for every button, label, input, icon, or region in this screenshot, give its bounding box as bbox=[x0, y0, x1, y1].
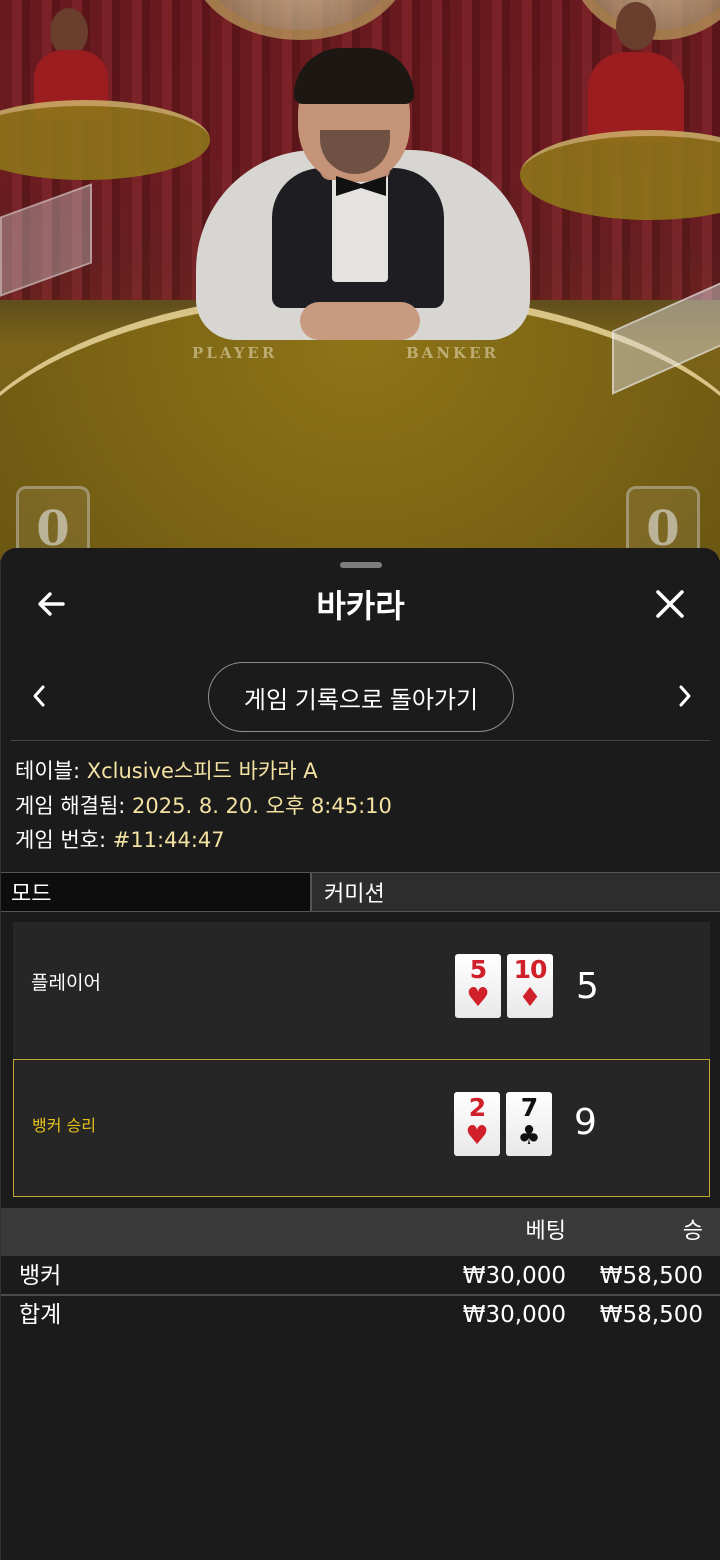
dealer-hands bbox=[300, 302, 420, 340]
close-button[interactable] bbox=[646, 582, 694, 630]
resolved-key: 게임 해결됨: bbox=[15, 794, 126, 818]
sheet-drag-handle[interactable] bbox=[340, 562, 382, 568]
bets-table-header: 베팅 승 bbox=[1, 1208, 720, 1256]
game-number-value: #11:44:47 bbox=[112, 828, 225, 852]
player-total: 5 bbox=[576, 966, 599, 1007]
card-rank: 5 bbox=[469, 955, 487, 984]
game-number-key: 게임 번호: bbox=[15, 828, 107, 852]
heart-suit-icon: ♥ bbox=[465, 1121, 489, 1151]
total-row: 합계 ₩30,000 ₩58,500 bbox=[1, 1296, 720, 1334]
resolved-value: 2025. 8. 20. 오후 8:45:10 bbox=[132, 794, 392, 818]
background-dealer-left bbox=[50, 8, 88, 56]
back-to-history-button[interactable]: 게임 기록으로 돌아가기 bbox=[208, 662, 514, 732]
player-label: 플레이어 bbox=[31, 972, 101, 994]
chevron-right-icon bbox=[676, 684, 694, 712]
table-label-banker: BANKER bbox=[406, 344, 499, 362]
table-row: 뱅커 ₩30,000 ₩58,500 bbox=[1, 1257, 720, 1295]
divider bbox=[11, 740, 710, 741]
close-icon bbox=[654, 588, 686, 624]
card-rank: 10 bbox=[513, 955, 548, 984]
card-rank: 7 bbox=[520, 1093, 538, 1122]
chevron-left-icon bbox=[30, 684, 48, 712]
playing-card: 10 ♦ bbox=[507, 954, 553, 1018]
game-detail-sheet: 바카라 게임 기록으로 돌아가기 테이블: Xclusive스피드 바카라 A … bbox=[0, 548, 720, 1560]
next-game-button[interactable] bbox=[665, 678, 705, 718]
table-key: 테이블: bbox=[15, 759, 81, 783]
club-suit-icon: ♣ bbox=[517, 1121, 541, 1151]
table-label-player: PLAYER bbox=[192, 344, 278, 362]
total-label: 합계 bbox=[19, 1302, 62, 1328]
background-dealer-right-body bbox=[588, 52, 684, 142]
resolved-info: 게임 해결됨: 2025. 8. 20. 오후 8:45:10 bbox=[15, 791, 392, 821]
table-value: Xclusive스피드 바카라 A bbox=[86, 759, 318, 783]
game-number-info: 게임 번호: #11:44:47 bbox=[15, 825, 225, 855]
playing-card: 5 ♥ bbox=[455, 954, 501, 1018]
total-win-amount: ₩58,500 bbox=[599, 1302, 703, 1328]
bet-column-header: 베팅 bbox=[525, 1219, 566, 1244]
bet-type: 뱅커 bbox=[19, 1263, 62, 1289]
tab-mode[interactable]: 모드 bbox=[1, 873, 312, 911]
win-column-header: 승 bbox=[682, 1219, 703, 1244]
banker-total: 9 bbox=[574, 1102, 597, 1143]
banker-win-label: 뱅커 승리 bbox=[32, 1116, 96, 1135]
result-tabs: 모드 커미션 bbox=[1, 872, 720, 912]
playing-card: 7 ♣ bbox=[506, 1092, 552, 1156]
background-dealer-right bbox=[616, 2, 656, 50]
heart-suit-icon: ♥ bbox=[466, 983, 490, 1013]
win-amount: ₩58,500 bbox=[599, 1263, 703, 1289]
previous-game-button[interactable] bbox=[19, 678, 59, 718]
live-video-stream: PLAYER BANKER 0 0 bbox=[0, 0, 720, 560]
playing-card: 2 ♥ bbox=[454, 1092, 500, 1156]
banker-hand-row: 뱅커 승리 2 ♥ 7 ♣ 9 bbox=[13, 1059, 710, 1197]
diamond-suit-icon: ♦ bbox=[518, 983, 542, 1013]
table-info: 테이블: Xclusive스피드 바카라 A bbox=[15, 756, 318, 786]
bet-amount: ₩30,000 bbox=[462, 1263, 566, 1289]
tab-commission[interactable]: 커미션 bbox=[312, 873, 720, 911]
total-bet-amount: ₩30,000 bbox=[462, 1302, 566, 1328]
player-hand-row: 플레이어 5 ♥ 10 ♦ 5 bbox=[13, 922, 710, 1060]
page-title: 바카라 bbox=[316, 587, 405, 625]
card-rank: 2 bbox=[468, 1093, 486, 1122]
